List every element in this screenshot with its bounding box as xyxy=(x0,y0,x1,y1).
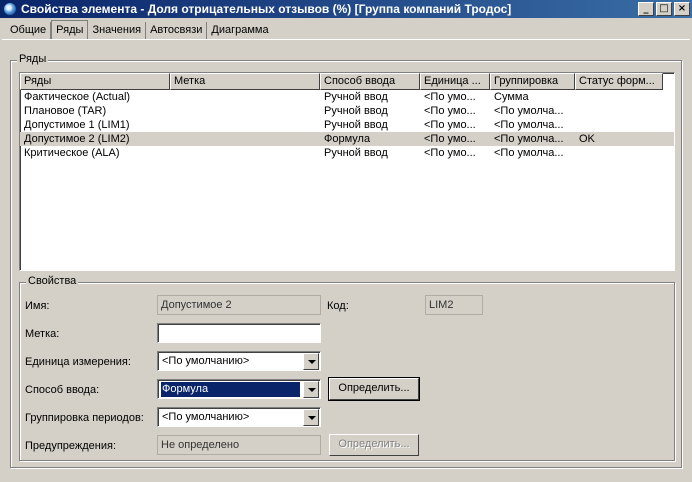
grouping-select[interactable]: <По умолчанию> xyxy=(157,407,321,427)
cell-grouping: <По умолча... xyxy=(494,105,564,117)
tag-input[interactable] xyxy=(157,323,321,343)
column-header-grouping[interactable]: Группировка xyxy=(490,73,575,90)
tab-series[interactable]: Ряды xyxy=(51,20,89,39)
warnings-field: Не определено xyxy=(157,435,321,455)
table-row[interactable]: Плановое (TAR) Ручной ввод <По умо... <По у… xyxy=(20,104,674,118)
cell-input-method: Формула xyxy=(324,133,371,145)
cell-unit: <По умо... xyxy=(424,119,476,131)
name-label: Имя: xyxy=(25,300,50,312)
table-row[interactable]: Критическое (ALA) Ручной ввод <По умо... <П… xyxy=(20,146,674,160)
cell-tag xyxy=(170,132,320,146)
series-rows: Фактическое (Actual) Ручной ввод <По умо..… xyxy=(20,90,674,160)
series-group-title: Ряды xyxy=(17,53,49,65)
cell-unit: <По умо... xyxy=(424,91,476,103)
warnings-label: Предупреждения: xyxy=(25,440,117,452)
minimize-button[interactable]: _ xyxy=(638,2,654,16)
cell-series-name: Допустимое 1 (LIM1) xyxy=(24,119,130,131)
tab-strip: Общие Ряды Значения Автосвязи Диаграмма xyxy=(6,20,273,39)
cell-series-name: Фактическое (Actual) xyxy=(24,91,131,103)
series-list-header: Ряды Метка Способ ввода Единица ... Груп… xyxy=(20,73,674,90)
chevron-down-icon[interactable] xyxy=(303,353,319,370)
table-row[interactable]: Фактическое (Actual) Ручной ввод <По умо..… xyxy=(20,90,674,104)
cell-input-method: Ручной ввод xyxy=(324,105,388,117)
title-bar: Свойства элемента - Доля отрицательных о… xyxy=(0,0,692,18)
app-icon xyxy=(3,2,17,16)
cell-input-method: Ручной ввод xyxy=(324,91,388,103)
cell-unit: <По умо... xyxy=(424,105,476,117)
cell-unit: <По умо... xyxy=(424,147,476,159)
cell-series-name: Критическое (ALA) xyxy=(24,147,120,159)
unit-label: Единица измерения: xyxy=(25,356,131,368)
cell-formula-status xyxy=(575,146,663,160)
grouping-label: Группировка периодов: xyxy=(25,412,144,424)
cell-series-name: Допустимое 2 (LIM2) xyxy=(24,133,130,145)
tab-values[interactable]: Значения xyxy=(88,22,147,39)
cell-grouping: Сумма xyxy=(494,91,529,103)
cell-formula-status xyxy=(575,118,663,132)
tab-autolinks[interactable]: Автосвязи xyxy=(146,22,208,39)
cell-unit: <По умо... xyxy=(424,133,476,145)
cell-grouping: <По умолча... xyxy=(494,133,564,145)
cell-formula-status xyxy=(575,104,663,118)
column-header-input-method[interactable]: Способ ввода xyxy=(320,73,420,90)
tab-divider xyxy=(2,39,690,40)
maximize-button[interactable]: □ xyxy=(656,2,672,16)
cell-tag xyxy=(170,90,320,104)
chevron-down-icon[interactable] xyxy=(303,409,319,426)
code-label: Код: xyxy=(327,300,349,312)
define-formula-button[interactable]: Определить... xyxy=(329,378,419,400)
unit-select[interactable]: <По умолчанию> xyxy=(157,351,321,371)
chevron-down-icon[interactable] xyxy=(303,381,319,398)
cell-tag xyxy=(170,118,320,132)
cell-grouping: <По умолча... xyxy=(494,119,564,131)
define-warnings-button[interactable]: Определить... xyxy=(329,434,419,456)
tag-label: Метка: xyxy=(25,328,60,340)
cell-input-method: Ручной ввод xyxy=(324,147,388,159)
close-button[interactable]: × xyxy=(674,2,690,16)
input-method-select-value: Формула xyxy=(161,382,300,397)
cell-tag xyxy=(170,146,320,160)
cell-tag xyxy=(170,104,320,118)
cell-grouping: <По умолча... xyxy=(494,147,564,159)
cell-formula-status xyxy=(575,90,663,104)
input-method-label: Способ ввода: xyxy=(25,384,100,396)
input-method-select[interactable]: Формула xyxy=(157,379,321,399)
name-field: Допустимое 2 xyxy=(157,295,321,315)
properties-group-title: Свойства xyxy=(26,275,79,287)
tab-chart[interactable]: Диаграмма xyxy=(207,22,272,39)
window-title: Свойства элемента - Доля отрицательных о… xyxy=(21,2,512,16)
unit-select-value: <По умолчанию> xyxy=(162,355,250,367)
define-formula-button-label: Определить... xyxy=(338,382,410,394)
series-list[interactable]: Ряды Метка Способ ввода Единица ... Груп… xyxy=(19,72,675,271)
cell-input-method: Ручной ввод xyxy=(324,119,388,131)
column-header-unit[interactable]: Единица ... xyxy=(420,73,490,90)
code-field: LIM2 xyxy=(425,295,483,315)
cell-formula-status: OK xyxy=(579,133,595,145)
cell-series-name: Плановое (TAR) xyxy=(24,105,107,117)
column-header-formula-status[interactable]: Статус форм... xyxy=(575,73,663,90)
column-header-series[interactable]: Ряды xyxy=(20,73,170,90)
tab-general[interactable]: Общие xyxy=(6,22,52,39)
table-row[interactable]: Допустимое 2 (LIM2) Формула <По умо... <По … xyxy=(20,132,674,146)
window-controls: _ □ × xyxy=(638,2,690,16)
grouping-select-value: <По умолчанию> xyxy=(162,411,250,423)
column-header-tag[interactable]: Метка xyxy=(170,73,320,90)
table-row[interactable]: Допустимое 1 (LIM1) Ручной ввод <По умо...… xyxy=(20,118,674,132)
